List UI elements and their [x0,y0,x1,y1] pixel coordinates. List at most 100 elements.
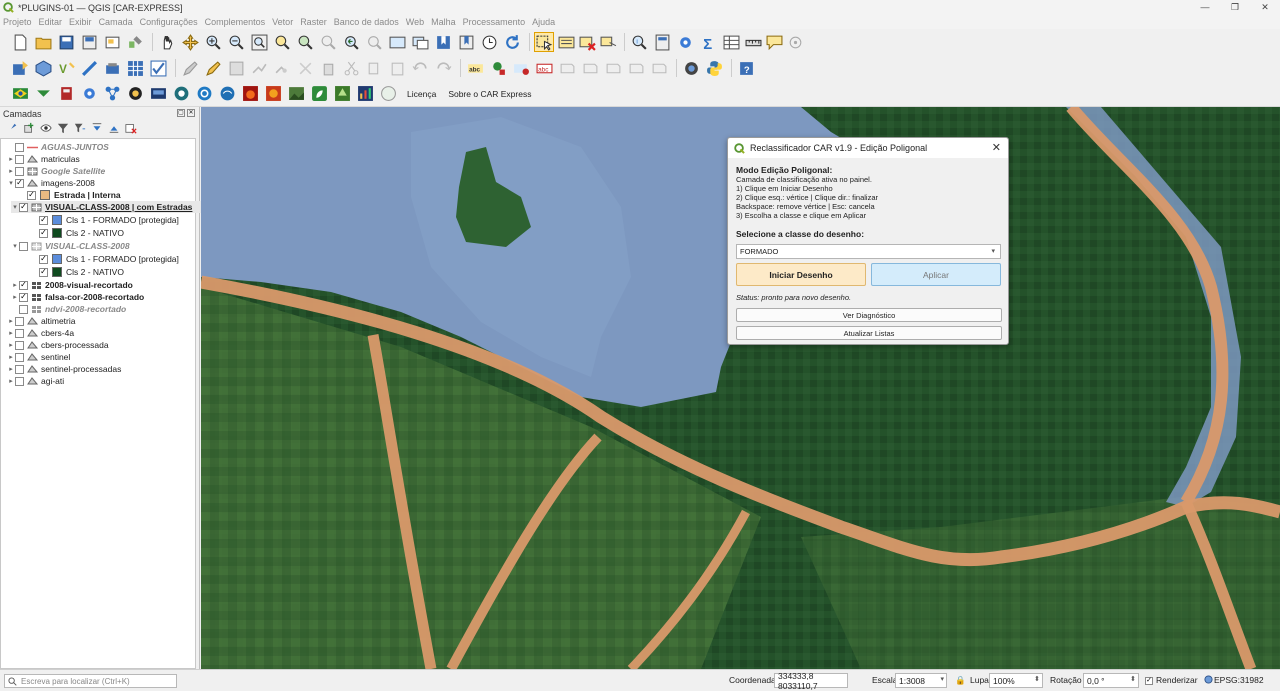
add-group-button[interactable] [22,121,36,135]
menu-ajuda[interactable]: Ajuda [532,17,555,27]
map-tips-button[interactable] [765,32,783,52]
start-drawing-button[interactable]: Iniciar Desenho [736,263,866,286]
expand-arrow[interactable]: ▸ [7,329,15,337]
menu-malha[interactable]: Malha [431,17,456,27]
redo-button[interactable] [433,58,453,78]
annotation-3-button[interactable] [603,58,623,78]
layer-checkbox[interactable] [19,304,28,314]
open-project-button[interactable] [33,32,53,52]
menu-vetor[interactable]: Vetor [272,17,293,27]
close-panel-button[interactable]: ✕ [187,109,195,117]
layer-row[interactable]: ▾ VISUAL-CLASS-2008 [11,240,207,252]
layer-checkbox[interactable] [15,154,24,164]
new-project-button[interactable] [10,32,30,52]
layer-checkbox[interactable] [15,340,24,350]
menu-complementos[interactable]: Complementos [205,17,266,27]
car-satellite-button[interactable] [263,84,283,104]
dialog-title-bar[interactable]: Reclassificador CAR v1.9 - Edição Poligo… [728,138,1008,158]
scale-field[interactable]: 1:3008 ▾ [895,673,947,688]
annotation-2-button[interactable] [580,58,600,78]
select-features-button[interactable] [534,32,554,52]
zoom-full-button[interactable] [249,32,269,52]
view-diagnostic-button[interactable]: Ver Diagnóstico [736,308,1002,322]
layer-checkbox[interactable] [19,241,28,251]
magnifier-field[interactable]: 100% ⬍ [989,673,1043,688]
show-bookmarks-button[interactable] [456,32,476,52]
refresh-lists-button[interactable]: Atualizar Listas [736,326,1002,340]
class-select[interactable]: FORMADO ▾ [736,244,1001,259]
coordinate-field[interactable]: 334333,8 8033110,7 [774,671,848,691]
menu-camada[interactable]: Camada [99,17,133,27]
filter-expression-button[interactable] [73,121,87,135]
car-gear-button[interactable] [79,84,99,104]
layer-row[interactable]: ndvi-2008-recortado [11,303,207,315]
vertex-tool-button[interactable] [272,58,292,78]
refresh-button[interactable] [502,32,522,52]
collapse-all-button[interactable] [107,121,121,135]
plugin-globe-button[interactable] [681,58,701,78]
expand-arrow[interactable]: ▾ [11,242,19,250]
remove-layer-button[interactable] [124,121,138,135]
expand-arrow[interactable]: ▸ [11,293,19,301]
car-tree-button[interactable] [332,84,352,104]
zoom-out-button[interactable] [226,32,246,52]
undo-button[interactable] [410,58,430,78]
car-brazil-flag-button[interactable] [10,84,30,104]
menu-processamento[interactable]: Processamento [463,17,526,27]
expand-arrow[interactable]: ▾ [7,179,15,187]
filter-legend-button[interactable] [56,121,70,135]
layer-row[interactable]: ▸ matriculas [7,153,203,165]
layer-checkbox[interactable]: ✓ [39,254,48,264]
zoom-layer-button[interactable] [295,32,315,52]
layer-row[interactable]: ✓ Estrada | Interna [19,189,215,201]
layer-row[interactable]: AGUAS-JUNTOS [7,141,203,153]
processing-toolbox-button[interactable] [675,32,695,52]
deselect-button[interactable] [578,32,596,52]
add-vector-button[interactable] [148,58,168,78]
measure-button[interactable] [744,32,762,52]
car-target-button[interactable] [171,84,191,104]
layer-styling-button[interactable] [5,121,19,135]
layer-row[interactable]: ▸ Google Satellite [7,165,203,177]
car-map-button[interactable] [148,84,168,104]
expand-arrow[interactable]: ▸ [7,341,15,349]
layer-checkbox[interactable]: ✓ [39,267,48,277]
car-book-button[interactable] [56,84,76,104]
menu-banco-de-dados[interactable]: Banco de dados [334,17,399,27]
expand-arrow[interactable]: ▸ [11,281,19,289]
layer-checkbox[interactable] [15,376,24,386]
minimize-button[interactable]: — [1190,0,1220,15]
layer-checkbox[interactable]: ✓ [19,202,28,212]
menu-web[interactable]: Web [406,17,424,27]
new-3d-view-button[interactable] [410,32,430,52]
annotation-4-button[interactable] [626,58,646,78]
car-fire-button[interactable] [240,84,260,104]
new-geopackage-button[interactable] [33,58,53,78]
label-move-button[interactable]: abc [534,58,554,78]
layer-checkbox[interactable] [15,316,24,326]
car-globe-button[interactable] [217,84,237,104]
car-network-button[interactable] [102,84,122,104]
crs-label[interactable]: EPSG:31982 [1214,675,1264,685]
layer-checkbox[interactable] [15,364,24,374]
maximize-button[interactable]: ❐ [1220,0,1250,15]
dialog-close-button[interactable]: ✕ [992,141,1001,154]
python-console-button[interactable] [704,58,724,78]
menu-projeto[interactable]: Projeto [3,17,32,27]
layer-checkbox[interactable] [15,166,24,176]
expand-arrow[interactable]: ▸ [7,167,15,175]
zoom-in-button[interactable] [203,32,223,52]
car-chart-button[interactable] [355,84,375,104]
expand-arrow[interactable]: ▸ [7,317,15,325]
expand-arrow[interactable]: ▸ [7,155,15,163]
toggle-editing-button[interactable] [203,58,223,78]
statistics-button[interactable]: Σ [698,32,718,52]
close-window-button[interactable]: ✕ [1250,0,1280,15]
apply-button[interactable]: Aplicar [871,263,1001,286]
layer-row[interactable]: ▾ ✓ imagens-2008 [7,177,203,189]
rotation-field[interactable]: 0,0 ° ⬍ [1083,673,1139,688]
new-virtual-layer-button[interactable] [102,58,122,78]
car-leaf-button[interactable] [309,84,329,104]
annotation-5-button[interactable] [649,58,669,78]
style-manager-button[interactable] [125,32,145,52]
